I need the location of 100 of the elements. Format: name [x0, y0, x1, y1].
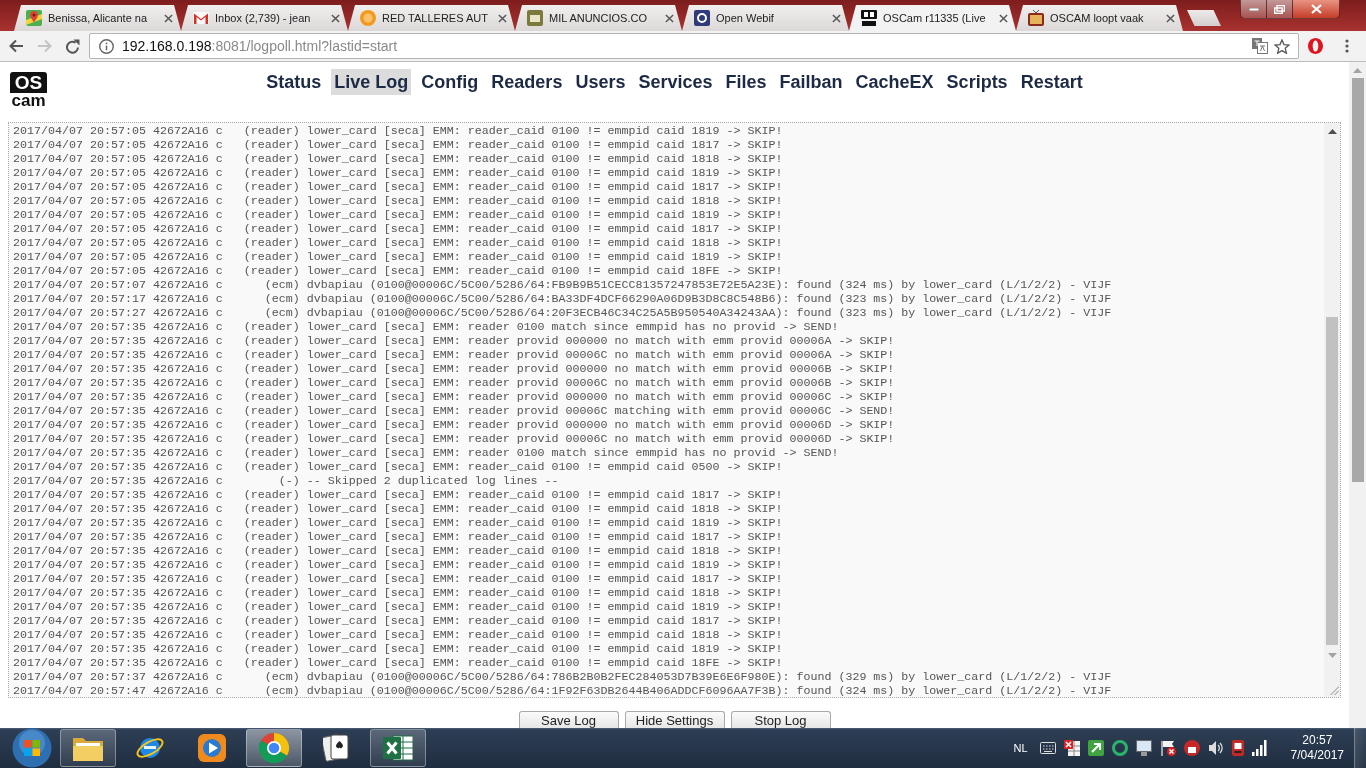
folder-icon [73, 735, 103, 761]
log-line: 2017/04/07 20:57:05 42672A16 c (reader) lower_card [seca] EMM: reader_caid 0100 != emmpid caid 1817 -> SKIP! [13, 138, 783, 152]
log-line: 2017/04/07 20:57:35 42672A16 c (reader) lower_card [seca] EMM: reader provid 000000 no match with emm provid 00006A -> SKIP! [13, 334, 895, 348]
close-icon[interactable] [164, 13, 173, 23]
scrollbar-thumb[interactable] [1326, 317, 1338, 645]
log-line: 2017/04/07 20:57:35 42672A16 c (reader) lower_card [seca] EMM: reader_caid 0100 != emmpid caid 1819 -> SKIP! [13, 600, 783, 614]
round-logo-icon [259, 733, 289, 763]
close-button[interactable] [1293, 0, 1340, 19]
log-line: 2017/04/07 20:57:47 42672A16 c (ecm) dvbapiau (0100@00006C/5C00/5286/64:1F92F63DB2644B406ADDCF6096AA7F3B): found (324 ms) by lower_card (L/1/2/2) - VIJF [13, 684, 1112, 697]
log-line: 2017/04/07 20:57:35 42672A16 c (-) -- Skipped 2 duplicated log lines -- [13, 474, 559, 488]
show-desktop-button[interactable] [1354, 728, 1366, 768]
scrollbar-thumb[interactable] [1351, 78, 1364, 482]
close-icon[interactable] [665, 13, 674, 23]
nav-link[interactable]: Users [572, 69, 629, 95]
clock-time[interactable]: 20:57 [1302, 733, 1333, 748]
log-line: 2017/04/07 20:57:35 42672A16 c (reader) lower_card [seca] EMM: reader 0100 match since emmpid has no provid -> SEND! [13, 320, 839, 334]
close-icon [1310, 4, 1322, 14]
orb-icon[interactable] [12, 728, 52, 768]
tile-icon [694, 10, 710, 26]
device-icon[interactable] [1231, 740, 1244, 756]
minimize-button[interactable] [1240, 0, 1267, 19]
log-line: 2017/04/07 20:57:05 42672A16 c (reader) lower_card [seca] EMM: reader_caid 0100 != emmpid caid 1817 -> SKIP! [13, 222, 783, 236]
log-line: 2017/04/07 20:57:35 42672A16 c (reader) lower_card [seca] EMM: reader provid 000000 no match with emm provid 00006B -> SKIP! [13, 362, 895, 376]
log-line: 2017/04/07 20:57:05 42672A16 c (reader) lower_card [seca] EMM: reader_caid 0100 != emmpid caid 1817 -> SKIP! [13, 180, 783, 194]
language-indicator[interactable]: NL [1013, 742, 1028, 754]
scrollbar[interactable] [1349, 62, 1366, 728]
browser-tab[interactable]: MIL ANUNCIOS.CO [515, 5, 682, 31]
browser-tab[interactable]: Benissa, Alicante na [14, 5, 181, 31]
translate-icon[interactable] [1252, 38, 1268, 54]
hide-settings-button[interactable]: Hide Settings [624, 711, 725, 728]
stop-log-button[interactable]: Stop Log [730, 711, 831, 728]
nav-link[interactable]: Readers [488, 69, 566, 95]
info-icon[interactable] [99, 38, 114, 54]
taskbar-button[interactable] [370, 729, 426, 767]
close-icon[interactable] [1166, 13, 1175, 23]
resize-grip-icon[interactable] [1329, 686, 1339, 695]
log-line: 2017/04/07 20:57:05 42672A16 c (reader) lower_card [seca] EMM: reader_caid 0100 != emmpid caid 1819 -> SKIP! [13, 250, 783, 264]
menu-icon[interactable] [1345, 39, 1349, 53]
nav-link[interactable]: Scripts [943, 69, 1011, 95]
save-log-button[interactable]: Save Log [518, 711, 619, 728]
arrow-up-icon[interactable] [1327, 129, 1337, 134]
maximize-button[interactable] [1267, 0, 1293, 19]
tile-icon [527, 10, 543, 26]
log-line: 2017/04/07 20:57:35 42672A16 c (reader) lower_card [seca] EMM: reader provid 000000 no match with emm provid 00006C -> SKIP! [13, 390, 895, 404]
signal-icon[interactable] [1251, 740, 1267, 756]
close-icon[interactable] [999, 13, 1008, 23]
log-line: 2017/04/07 20:57:05 42672A16 c (reader) lower_card [seca] EMM: reader_caid 0100 != emmpid caid 18FE -> SKIP! [13, 264, 783, 278]
oval-ring-icon[interactable] [1308, 38, 1323, 54]
browser-tab[interactable]: OSCAM loopt vaak [1016, 5, 1183, 31]
speaker-icon[interactable] [1207, 740, 1224, 756]
nav-link[interactable]: CacheEX [852, 69, 937, 95]
log-line: 2017/04/07 20:57:35 42672A16 c (reader) lower_card [seca] EMM: reader_caid 0100 != emmpid caid 1817 -> SKIP! [13, 530, 783, 544]
scrollbar[interactable] [1324, 123, 1340, 697]
app-logo: OS cam [10, 72, 47, 109]
arrow-square-icon[interactable] [1087, 740, 1104, 756]
monitor-icon[interactable] [1135, 740, 1152, 756]
nav-link[interactable]: Config [418, 69, 482, 95]
log-line: 2017/04/07 20:57:35 42672A16 c (reader) lower_card [seca] EMM: reader_caid 0100 != emmpid caid 1818 -> SKIP! [13, 586, 783, 600]
star-icon[interactable] [1274, 38, 1290, 54]
browser-tab[interactable]: OSCam r11335 (Live [849, 5, 1016, 31]
log-line: 2017/04/07 20:57:17 42672A16 c (ecm) dvbapiau (0100@00006C/5C00/5286/64:BA33DF4DCF66290A06D9B3D8C8C548B6): found (323 ms) by lower_card (L/1/2/2) - VIJF [13, 292, 1112, 306]
minimize-icon [1248, 7, 1259, 11]
log-line: 2017/04/07 20:57:35 42672A16 c (reader) lower_card [seca] EMM: reader_caid 0100 != emmpid caid 1818 -> SKIP! [13, 544, 783, 558]
log-line: 2017/04/07 20:57:35 42672A16 c (reader) lower_card [seca] EMM: reader_caid 0100 != emmpid caid 0500 -> SKIP! [13, 460, 783, 474]
close-icon[interactable] [832, 13, 841, 23]
log-line: 2017/04/07 20:57:05 42672A16 c (reader) lower_card [seca] EMM: reader_caid 0100 != emmpid caid 1818 -> SKIP! [13, 152, 783, 166]
log-line: 2017/04/07 20:57:35 42672A16 c (reader) lower_card [seca] EMM: reader_caid 0100 != emmpid caid 1819 -> SKIP! [13, 558, 783, 572]
log-line: 2017/04/07 20:57:05 42672A16 c (reader) lower_card [seca] EMM: reader_caid 0100 != emmpid caid 1818 -> SKIP! [13, 194, 783, 208]
close-icon[interactable] [331, 13, 340, 23]
log-line: 2017/04/07 20:57:35 42672A16 c (reader) lower_card [seca] EMM: reader provid 000000 no match with emm provid 00006D -> SKIP! [13, 418, 895, 432]
nav-link[interactable]: Failban [776, 69, 846, 95]
play-icon [198, 734, 226, 762]
ring-icon[interactable] [1111, 740, 1128, 756]
nav-link[interactable]: Services [635, 69, 716, 95]
nav-link[interactable]: Restart [1017, 69, 1086, 95]
taskbar-button[interactable] [60, 729, 116, 767]
address-bar[interactable]: 192.168.0.198:8081/logpoll.html?lastid=start [89, 33, 1299, 59]
keyboard-icon[interactable] [1039, 742, 1056, 754]
browser-tab[interactable]: RED TALLERES AUT [348, 5, 515, 31]
close-icon[interactable] [498, 13, 507, 23]
browser-tab[interactable]: Open Webif [682, 5, 849, 31]
browser-tab[interactable]: Inbox (2,739) - jean [181, 5, 348, 31]
nav-link[interactable]: Live Log [331, 69, 412, 95]
reload-icon[interactable] [65, 38, 80, 54]
envelope-icon [193, 12, 209, 24]
sheet-icon [383, 733, 413, 763]
back-icon[interactable] [8, 39, 24, 53]
logo-tile-icon [861, 10, 877, 26]
nav-link[interactable]: Files [722, 69, 770, 95]
log-line: 2017/04/07 20:57:05 42672A16 c (reader) lower_card [seca] EMM: reader_caid 0100 != emmpid caid 1819 -> SKIP! [13, 208, 783, 222]
flag-cross-icon[interactable] [1159, 740, 1176, 756]
clock-date[interactable]: 7/04/2017 [1290, 748, 1344, 763]
disc-icon[interactable] [1183, 740, 1200, 756]
new-tab-button[interactable] [1187, 10, 1221, 26]
log-line: 2017/04/07 20:57:35 42672A16 c (reader) lower_card [seca] EMM: reader_caid 0100 != emmpid caid 1817 -> SKIP! [13, 488, 783, 502]
taskbar-button[interactable] [246, 729, 302, 767]
nav-link[interactable]: Status [263, 69, 325, 95]
log-line: 2017/04/07 20:57:35 42672A16 c (reader) lower_card [seca] EMM: reader_caid 0100 != emmpid caid 1819 -> SKIP! [13, 516, 783, 530]
grid-cross-icon[interactable] [1063, 740, 1080, 756]
log-line: 2017/04/07 20:57:35 42672A16 c (reader) lower_card [seca] EMM: reader_caid 0100 != emmpid caid 1818 -> SKIP! [13, 628, 783, 642]
